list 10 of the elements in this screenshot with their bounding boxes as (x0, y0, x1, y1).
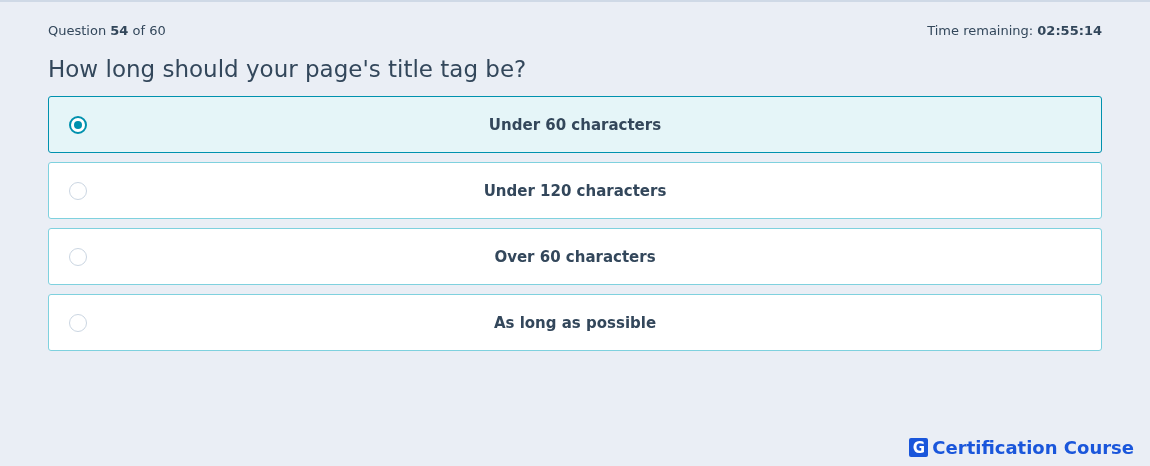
answer-option[interactable]: Under 120 characters (48, 162, 1102, 219)
answer-option[interactable]: Under 60 characters (48, 96, 1102, 153)
logo-mark: G (909, 438, 929, 457)
question-counter: Question 54 of 60 (48, 23, 166, 38)
logo-text: Certification Course (932, 437, 1134, 458)
radio-button[interactable] (69, 115, 87, 134)
answer-option[interactable]: As long as possible (48, 294, 1102, 351)
question-text: How long should your page's title tag be? (48, 56, 528, 82)
answer-option[interactable]: Over 60 characters (48, 228, 1102, 285)
time-remaining: Time remaining: 02:55:14 (927, 23, 1102, 38)
